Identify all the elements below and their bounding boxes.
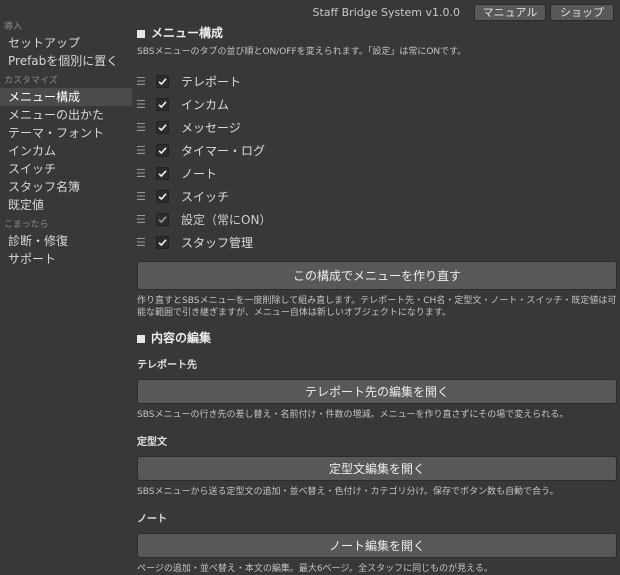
sidebar-item-defaults[interactable]: 既定値 — [0, 196, 132, 214]
menu-tab-checkbox[interactable] — [156, 167, 169, 180]
menu-tab-label: スイッチ — [181, 190, 230, 204]
template-subtitle: 定型文 — [137, 437, 167, 448]
drag-handle-icon[interactable]: ☰ — [136, 75, 146, 88]
sidebar-category-troubleshoot: こまったら — [4, 220, 49, 230]
menu-tab-label: スタッフ管理 — [181, 236, 254, 250]
menu-config-description: SBSメニューのタブの並び順とON/OFFを変えられます。「設定」は常にONです… — [137, 47, 467, 57]
menu-tab-row[interactable]: ☰ スイッチ — [136, 185, 617, 208]
menu-tab-checkbox[interactable] — [156, 98, 169, 111]
sidebar: 導入 セットアップ Prefabを個別に置く カスタマイズ メニュー構成 メニュ… — [0, 20, 132, 268]
teleport-note: SBSメニューの行き先の差し替え・名前付け・件数の増減。メニューを作り直さずにそ… — [137, 410, 569, 420]
menu-tab-checkbox[interactable] — [156, 144, 169, 157]
note-subtitle: ノート — [137, 514, 167, 525]
rebuild-note: 作り直すとSBSメニューを一度削除して組み直します。テレポート先・CH名・定型文… — [137, 296, 617, 318]
check-icon — [158, 147, 167, 155]
sidebar-item-staff-roster[interactable]: スタッフ名簿 — [0, 178, 132, 196]
open-template-editor-button[interactable]: 定型文編集を開く — [137, 456, 617, 481]
check-icon — [158, 193, 167, 201]
drag-handle-icon[interactable]: ☰ — [136, 213, 146, 226]
sidebar-item-switch[interactable]: スイッチ — [0, 160, 132, 178]
menu-tab-list: ☰ テレポート ☰ インカム ☰ メッセージ ☰ タイマー・ログ ☰ ノート ☰… — [136, 70, 617, 254]
rebuild-menu-button[interactable]: この構成でメニューを作り直す — [137, 261, 617, 290]
manual-button[interactable]: マニュアル — [474, 3, 546, 21]
menu-tab-row[interactable]: ☰ ノート — [136, 162, 617, 185]
teleport-subtitle: テレポート先 — [137, 360, 197, 371]
sidebar-item-support[interactable]: サポート — [0, 250, 132, 268]
sidebar-item-setup[interactable]: セットアップ — [0, 34, 132, 52]
check-icon — [158, 124, 167, 132]
drag-handle-icon[interactable]: ☰ — [136, 190, 146, 203]
menu-tab-row[interactable]: ☰ テレポート — [136, 70, 617, 93]
sidebar-category-intro: 導入 — [4, 22, 23, 32]
menu-tab-checkbox[interactable] — [156, 75, 169, 88]
menu-tab-row[interactable]: ☰ スタッフ管理 — [136, 231, 617, 254]
main-panel: メニュー構成 SBSメニューのタブの並び順とON/OFFを変えられます。「設定」… — [136, 26, 617, 575]
check-icon — [158, 170, 167, 178]
menu-tab-checkbox[interactable] — [156, 236, 169, 249]
menu-config-title: メニュー構成 — [151, 26, 224, 40]
menu-tab-checkbox[interactable] — [156, 190, 169, 203]
menu-config-heading: メニュー構成 — [137, 26, 617, 41]
drag-handle-icon[interactable]: ☰ — [136, 98, 146, 111]
content-edit-heading: 内容の編集 — [137, 331, 617, 346]
menu-tab-row-locked[interactable]: ☰ 設定（常にON） — [136, 208, 617, 231]
drag-handle-icon[interactable]: ☰ — [136, 236, 146, 249]
menu-tab-checkbox-disabled — [156, 213, 169, 226]
menu-tab-label: メッセージ — [181, 121, 241, 135]
check-icon — [158, 101, 167, 109]
menu-tab-label: インカム — [181, 98, 230, 112]
menu-tab-label: 設定（常にON） — [181, 213, 272, 227]
check-icon — [158, 78, 167, 86]
template-note: SBSメニューから送る定型文の追加・並べ替え・色付け・カテゴリ分け。保存でボタン… — [137, 487, 559, 497]
open-note-editor-button[interactable]: ノート編集を開く — [137, 533, 617, 558]
drag-handle-icon[interactable]: ☰ — [136, 144, 146, 157]
square-bullet-icon — [137, 334, 145, 343]
app-title: Staff Bridge System v1.0.0 — [312, 5, 460, 19]
top-bar: Staff Bridge System v1.0.0 マニュアル ショップ — [313, 3, 614, 21]
menu-tab-row[interactable]: ☰ タイマー・ログ — [136, 139, 617, 162]
shop-button[interactable]: ショップ — [550, 3, 614, 21]
menu-tab-row[interactable]: ☰ インカム — [136, 93, 617, 116]
menu-tab-label: テレポート — [181, 75, 242, 89]
menu-tab-checkbox[interactable] — [156, 121, 169, 134]
sidebar-item-menu-appearance[interactable]: メニューの出かた — [0, 106, 132, 124]
check-icon — [158, 216, 167, 224]
sidebar-item-diagnose[interactable]: 診断・修復 — [0, 232, 132, 250]
content-edit-title: 内容の編集 — [151, 331, 212, 345]
sidebar-item-theme-font[interactable]: テーマ・フォント — [0, 124, 132, 142]
menu-tab-row[interactable]: ☰ メッセージ — [136, 116, 617, 139]
sidebar-category-customize: カスタマイズ — [4, 76, 58, 86]
sidebar-item-menu-config[interactable]: メニュー構成 — [0, 88, 132, 106]
sidebar-item-prefab[interactable]: Prefabを個別に置く — [0, 52, 132, 70]
open-teleport-editor-button[interactable]: テレポート先の編集を開く — [137, 379, 617, 404]
menu-tab-label: ノート — [181, 167, 218, 181]
check-icon — [158, 239, 167, 247]
square-bullet-icon — [137, 29, 145, 38]
note-note: ページの追加・並べ替え・本文の編集。最大6ページ。全スタッフに同じものが見える。 — [137, 564, 493, 574]
sidebar-item-intercom[interactable]: インカム — [0, 142, 132, 160]
drag-handle-icon[interactable]: ☰ — [136, 167, 146, 180]
menu-tab-label: タイマー・ログ — [181, 144, 266, 158]
drag-handle-icon[interactable]: ☰ — [136, 121, 146, 134]
